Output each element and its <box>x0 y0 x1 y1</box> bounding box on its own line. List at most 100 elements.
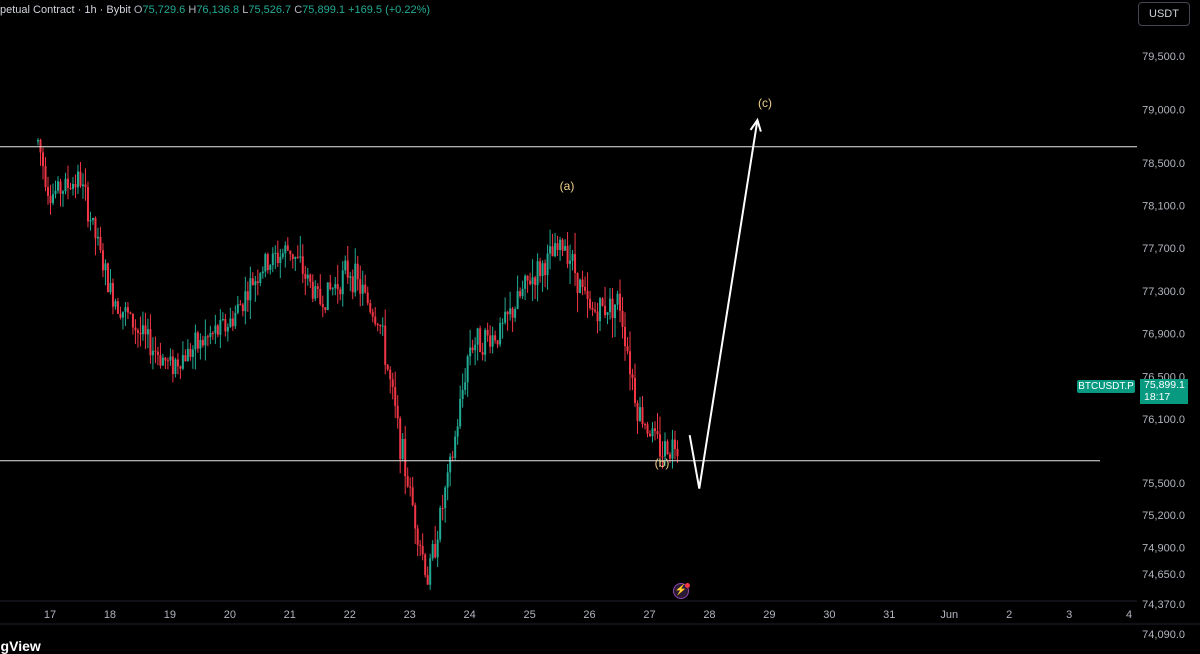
candle-body <box>171 356 174 375</box>
candle-body <box>354 263 357 293</box>
candle-body <box>626 346 629 352</box>
candle-body <box>554 243 557 257</box>
candle-body <box>546 253 549 276</box>
candle-body <box>344 260 347 271</box>
candle-body <box>236 304 239 313</box>
candle-body <box>306 274 309 279</box>
price-scale-label: 78,500.0 <box>1142 158 1185 170</box>
price-scale-label: 77,300.0 <box>1142 286 1185 298</box>
high-value: 76,136.8 <box>196 4 240 16</box>
candle-body <box>619 293 622 311</box>
candle-body <box>164 357 167 361</box>
candle-body <box>499 323 502 345</box>
candle-body <box>201 339 204 346</box>
candle-body <box>139 332 142 335</box>
candle-body <box>239 304 242 306</box>
candle-body <box>166 360 169 362</box>
candle-body <box>401 438 404 460</box>
candle-body <box>51 194 54 204</box>
candle-body <box>79 171 82 187</box>
candle-body <box>186 348 189 362</box>
candle-body <box>521 288 524 297</box>
candle-body <box>541 263 544 277</box>
price-scale-label: 77,700.0 <box>1142 243 1185 255</box>
candle-body <box>469 347 472 357</box>
current-price: 75,899.1 <box>1144 379 1185 391</box>
candle-body <box>259 273 262 284</box>
candle-body <box>341 270 344 295</box>
candle-body <box>309 274 312 282</box>
currency-button[interactable]: USDT <box>1138 2 1190 26</box>
candle-body <box>47 187 50 196</box>
candle-body <box>86 186 89 222</box>
candle-body <box>109 282 112 293</box>
candle-body <box>386 364 389 370</box>
candle-body <box>586 290 589 299</box>
price-scale-label: 79,500.0 <box>1142 51 1185 63</box>
time-scale-label: 22 <box>344 609 356 621</box>
candle-body <box>451 456 454 458</box>
price-scale-label: 74,900.0 <box>1142 542 1185 554</box>
candle-body <box>359 279 362 294</box>
candle-body <box>114 301 117 307</box>
candle-body <box>591 307 594 310</box>
candle-body <box>484 329 487 355</box>
candle-body <box>481 352 484 355</box>
candle-body <box>411 487 414 506</box>
candle-body <box>673 439 676 450</box>
candle-body <box>371 311 374 317</box>
current-price-label: 75,899.1 18:17 <box>1140 379 1188 404</box>
candle-body <box>471 347 474 351</box>
candle-body <box>269 265 272 270</box>
candle-body <box>391 379 394 388</box>
close-label: C <box>294 4 303 16</box>
candle-body <box>159 355 162 366</box>
price-chart[interactable]: 79,500.0 79,000.0 78,500.0 78,100.0 77,700.0… <box>0 0 1200 649</box>
time-scale-label: 25 <box>523 609 535 621</box>
candle-body <box>604 305 607 316</box>
price-scale-label: 75,200.0 <box>1142 510 1185 522</box>
notification-dot <box>685 583 690 588</box>
candle-body <box>444 487 447 509</box>
symbol-legend: petual Contract · 1h · Bybit O75,729.6 H… <box>0 4 430 16</box>
time-scale-label: 21 <box>284 609 296 621</box>
price-scale-label: 74,370.0 <box>1142 599 1185 611</box>
candle-body <box>284 245 287 254</box>
candle-body <box>296 256 299 258</box>
candle-body <box>311 281 314 299</box>
candle-body <box>119 313 122 318</box>
candle-body <box>121 311 124 318</box>
candle-body <box>64 178 67 192</box>
candle-body <box>101 250 104 271</box>
candle-body <box>653 428 656 432</box>
candle-body <box>601 298 604 306</box>
candle-body <box>514 309 517 318</box>
candle-body <box>104 263 107 271</box>
candle-body <box>141 325 144 335</box>
candle-body <box>254 281 257 286</box>
candle-body <box>419 544 422 546</box>
candle-body <box>329 282 332 290</box>
candle-body <box>356 263 359 280</box>
candle-body <box>364 284 367 293</box>
candle-body <box>69 187 72 189</box>
candle-body <box>279 256 282 263</box>
candle-body <box>431 544 434 559</box>
time-scale-label: 29 <box>763 609 775 621</box>
price-scale-label: 74,650.0 <box>1142 569 1185 581</box>
price-scale-label: 76,900.0 <box>1142 329 1185 341</box>
price-scale-label: 78,100.0 <box>1142 201 1185 213</box>
candle-body <box>454 436 457 458</box>
candle-body <box>396 405 399 419</box>
candle-body <box>74 183 77 188</box>
candle-body <box>489 335 492 347</box>
candle-body <box>491 335 494 347</box>
candle-body <box>204 336 207 346</box>
candle-body <box>501 322 504 324</box>
candle-body <box>211 333 214 335</box>
candle-body <box>89 220 92 222</box>
candle-body <box>634 377 637 403</box>
candle-body <box>154 350 157 352</box>
candle-body <box>331 288 334 290</box>
candle-body <box>581 279 584 287</box>
